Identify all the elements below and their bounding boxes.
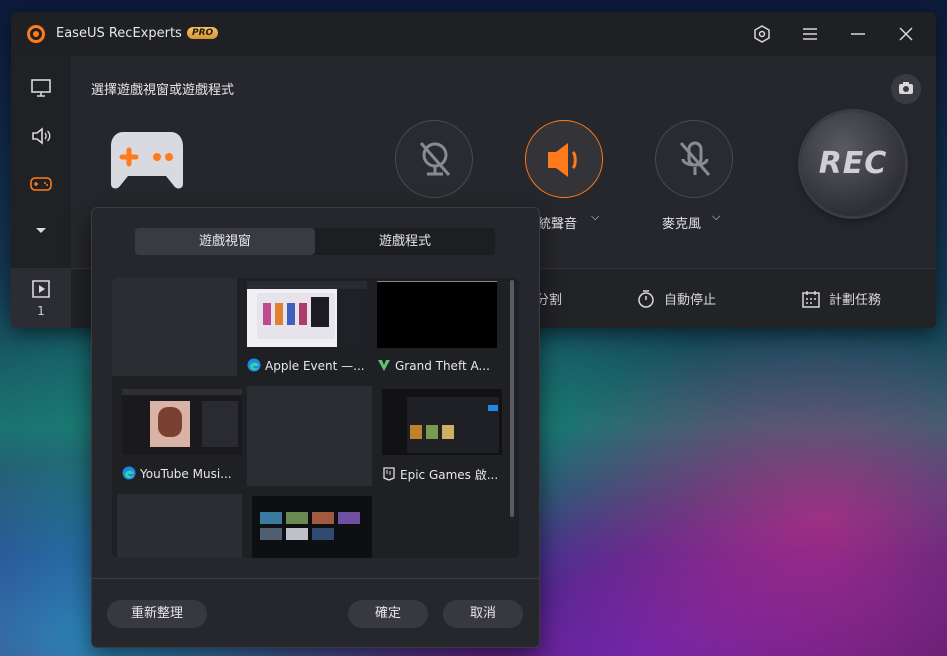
window-thumbnail <box>252 496 372 558</box>
chevron-down-icon[interactable] <box>29 218 53 242</box>
window-tile-media-library[interactable] <box>247 494 372 558</box>
auto-stop-button[interactable]: 自動停止 <box>636 289 716 309</box>
microphone-off-icon <box>679 141 711 176</box>
grid-scrollbar[interactable] <box>510 280 514 517</box>
window-title: Epic Games 啟... <box>382 466 502 484</box>
window-tile-empty[interactable] <box>247 386 372 491</box>
tab-game-window[interactable]: 遊戲視窗 <box>135 228 315 255</box>
epic-icon <box>382 467 396 481</box>
game-window-picker: 遊戲視窗 遊戲程式 Apple Event —... Grand Theft A… <box>91 207 540 648</box>
window-tile-empty[interactable] <box>112 278 237 383</box>
window-grid: Apple Event —... Grand Theft A... YouTub… <box>112 278 519 558</box>
screenshot-button[interactable] <box>891 74 921 104</box>
webcam-button[interactable] <box>395 120 473 198</box>
speaker-on-icon <box>548 143 577 177</box>
app-title: EaseUS RecExperts <box>56 26 182 41</box>
microphone-label: 麥克風 <box>662 217 702 232</box>
edge-icon <box>247 358 261 372</box>
tab-game-program[interactable]: 遊戲程式 <box>315 228 495 255</box>
pro-badge: PRO <box>187 27 219 39</box>
window-tile-youtube-music[interactable]: YouTube Musi... <box>117 386 242 491</box>
picker-tabs: 遊戲視窗 遊戲程式 <box>135 228 495 255</box>
camera-icon <box>899 82 913 94</box>
schedule-button[interactable]: 計劃任務 <box>801 289 881 309</box>
timer-icon <box>638 290 654 308</box>
gta-icon <box>377 358 391 372</box>
footer-divider <box>92 578 539 579</box>
app-logo-icon <box>27 25 45 43</box>
system-sound-label: 統聲音 <box>538 217 578 232</box>
auto-stop-label: 自動停止 <box>664 293 717 308</box>
system-sound-chevron-icon[interactable]: ⌵ <box>591 210 599 224</box>
schedule-label: 計劃任務 <box>829 293 882 308</box>
edge-icon <box>122 466 136 480</box>
settings-icon[interactable] <box>750 22 774 46</box>
window-thumbnail <box>377 281 497 348</box>
window-title: Apple Event —... <box>247 358 367 376</box>
window-thumbnail <box>382 389 502 455</box>
window-tile-empty[interactable] <box>117 494 242 558</box>
window-thumbnail <box>247 281 367 347</box>
window-title: Grand Theft A... <box>377 358 497 376</box>
microphone-button[interactable] <box>655 120 733 198</box>
speaker-icon[interactable] <box>29 124 53 148</box>
minimize-icon[interactable] <box>846 22 870 46</box>
video-file-icon <box>30 278 52 304</box>
title-bar: EaseUS RecExperts PRO <box>11 12 936 56</box>
confirm-button[interactable]: 確定 <box>348 600 428 628</box>
gamepad-icon[interactable] <box>29 172 53 196</box>
window-thumbnail <box>122 389 242 455</box>
window-title: YouTube Musi... <box>122 466 242 484</box>
refresh-button[interactable]: 重新整理 <box>107 600 207 628</box>
webcam-off-icon <box>419 142 451 176</box>
window-tile-gta[interactable]: Grand Theft A... <box>372 278 497 383</box>
recordings-button[interactable] <box>11 268 71 328</box>
rec-button[interactable]: REC <box>801 112 905 216</box>
window-tile-apple-event[interactable]: Apple Event —... <box>242 278 367 383</box>
window-tile-epic-games[interactable]: Epic Games 啟... <box>377 386 502 491</box>
menu-icon[interactable] <box>798 22 822 46</box>
calendar-icon <box>802 291 820 308</box>
recordings-count: 1 <box>37 304 45 318</box>
close-icon[interactable] <box>894 22 918 46</box>
sidebar: 1 <box>11 56 71 328</box>
section-title: 選擇遊戲視窗或遊戲程式 <box>91 83 235 98</box>
system-sound-button[interactable] <box>525 120 603 198</box>
cancel-button[interactable]: 取消 <box>443 600 523 628</box>
game-controller-icon[interactable] <box>109 130 185 194</box>
microphone-chevron-icon[interactable]: ⌵ <box>712 210 720 224</box>
monitor-icon[interactable] <box>29 76 53 100</box>
rec-label: REC <box>818 146 888 181</box>
